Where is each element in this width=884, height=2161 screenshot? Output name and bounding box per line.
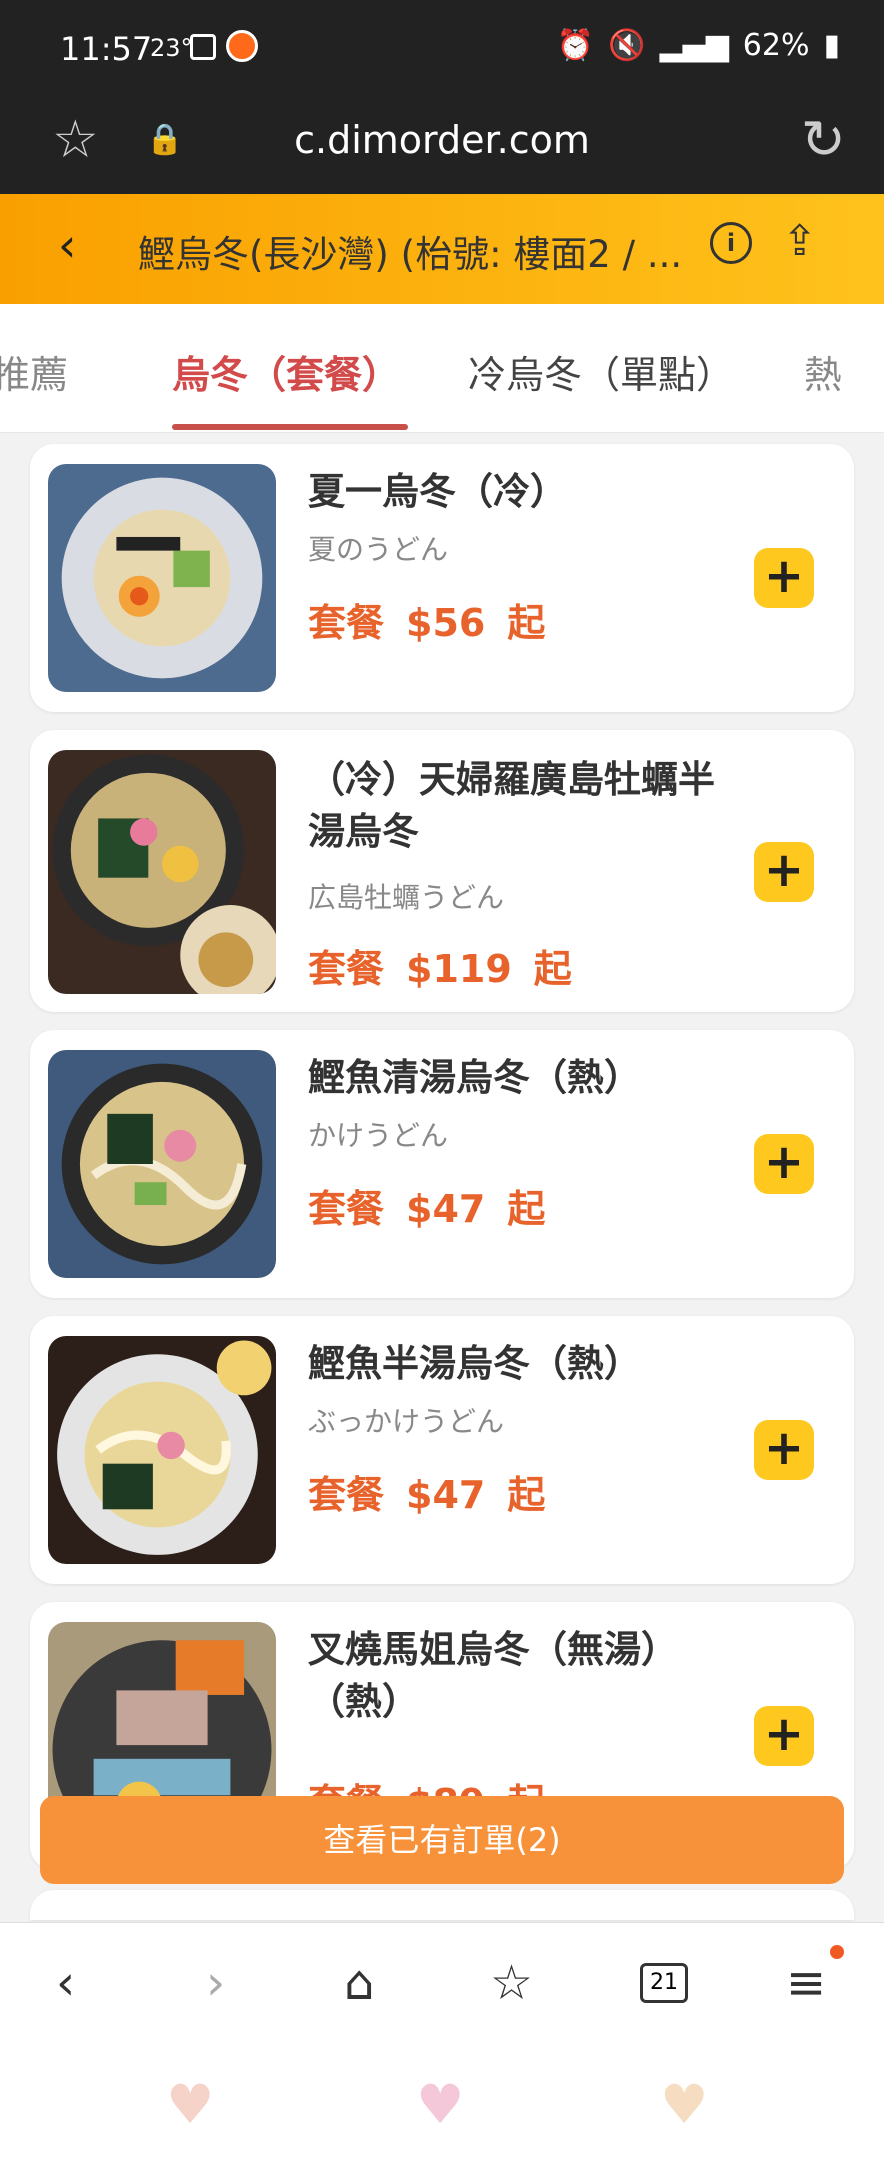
view-orders-button[interactable]: 查看已有訂單(2) <box>40 1796 844 1884</box>
price-prefix: 套餐 <box>308 1187 385 1231</box>
temperature: 23° <box>150 34 193 62</box>
battery-level: 62% <box>742 28 810 63</box>
item-price: 套餐 $56 起 <box>308 592 567 647</box>
menu-item-card[interactable]: 鰹魚清湯烏冬（熱） かけうどん 套餐 $47 起 + <box>30 1030 854 1298</box>
item-subtitle: 広島牡蠣うどん <box>308 881 505 914</box>
price-value: $47 <box>406 1473 486 1517</box>
app-notification-icon <box>226 30 258 62</box>
back-icon[interactable]: ‹ <box>58 218 76 272</box>
reload-icon[interactable]: ↻ <box>801 108 846 171</box>
back-arrow-icon[interactable]: ‹ <box>56 1955 75 2011</box>
signal-icon: ▂▄▆ <box>659 28 729 63</box>
item-price: 套餐 $47 起 <box>308 1178 567 1233</box>
food-photo <box>48 464 276 692</box>
home-icon[interactable]: ⌂ <box>344 1955 374 2011</box>
menu-item-card[interactable]: 鰹魚半湯烏冬（熱） ぶっかけうどん 套餐 $47 起 + <box>30 1316 854 1584</box>
add-item-button[interactable]: + <box>754 842 814 902</box>
gallery-icon <box>190 34 216 60</box>
tab-udon-set[interactable]: 烏冬（套餐） <box>172 344 400 399</box>
url-text[interactable]: c.dimorder.com <box>0 118 884 162</box>
mute-icon: 🔇 <box>608 28 646 63</box>
menu-item-card[interactable]: （冷）天婦羅廣島牡蠣半湯烏冬 広島牡蠣うどん 套餐 $119 起 + <box>30 730 854 1012</box>
price-suffix: 起 <box>507 1187 546 1231</box>
info-icon[interactable]: i <box>710 222 752 264</box>
heart-icon: ♥ <box>660 2073 709 2136</box>
food-photo <box>48 1050 276 1278</box>
price-prefix: 套餐 <box>308 601 385 645</box>
item-subtitle: ぶっかけうどん <box>308 1405 505 1438</box>
menu-icon[interactable]: ≡ <box>786 1955 826 2011</box>
shop-title: 鰹烏冬(長沙灣) (枱號: 樓面2 / ... <box>138 233 683 276</box>
price-prefix: 套餐 <box>308 947 385 991</box>
browser-bottom-nav: ‹ › ⌂ ☆ 21 ≡ ♥ ♥ ♥ <box>0 1922 884 2161</box>
item-name: 鰹魚半湯烏冬（熱） <box>308 1342 641 1385</box>
price-value: $119 <box>406 947 512 991</box>
share-icon[interactable]: ⇪ <box>782 216 817 265</box>
item-name: 叉燒馬姐烏冬（無湯）（熱） <box>308 1628 678 1723</box>
price-suffix: 起 <box>507 601 546 645</box>
add-item-button[interactable]: + <box>754 1134 814 1194</box>
forward-arrow-icon[interactable]: › <box>206 1955 225 2011</box>
shop-header: ‹ 鰹烏冬(長沙灣) (枱號: 樓面2 / ... i ⇪ <box>0 194 884 304</box>
notification-dot <box>830 1945 844 1959</box>
price-value: $56 <box>406 601 486 645</box>
system-icons: ⏰ 🔇 ▂▄▆ 62% ▮ <box>557 28 840 63</box>
status-bar: 11:57 23° ⏰ 🔇 ▂▄▆ 62% ▮ <box>0 0 884 96</box>
tab-recommended[interactable]: 推薦 <box>0 344 68 399</box>
heart-icon: ♥ <box>166 2073 215 2136</box>
price-value: $47 <box>406 1187 486 1231</box>
item-name: 鰹魚清湯烏冬（熱） <box>308 1056 641 1099</box>
menu-item-card[interactable] <box>30 1890 854 1920</box>
tab-cold-udon-single[interactable]: 冷烏冬（單點） <box>468 344 734 399</box>
bookmarks-icon[interactable]: ☆ <box>490 1955 533 2011</box>
item-name: （冷）天婦羅廣島牡蠣半湯烏冬 <box>308 758 715 853</box>
alarm-icon: ⏰ <box>556 28 595 63</box>
heart-icon: ♥ <box>416 2073 465 2136</box>
item-name: 夏一烏冬（冷） <box>308 470 567 513</box>
add-item-button[interactable]: + <box>754 548 814 608</box>
price-suffix: 起 <box>507 1473 546 1517</box>
item-subtitle: 夏のうどん <box>308 533 449 566</box>
price-prefix: 套餐 <box>308 1473 385 1517</box>
item-price: 套餐 $47 起 <box>308 1464 567 1519</box>
active-tab-indicator <box>172 424 408 430</box>
add-item-button[interactable]: + <box>754 1706 814 1766</box>
food-photo <box>48 1336 276 1564</box>
category-tabs: 推薦 烏冬（套餐） 冷烏冬（單點） 熱 <box>0 304 884 433</box>
tabs-count-icon[interactable]: 21 <box>640 1963 688 2003</box>
item-price: 套餐 $119 起 <box>308 938 594 993</box>
price-suffix: 起 <box>533 947 572 991</box>
add-item-button[interactable]: + <box>754 1420 814 1480</box>
browser-url-bar: ☆ 🔒 c.dimorder.com ↻ <box>0 96 884 194</box>
item-subtitle: かけうどん <box>308 1119 449 1152</box>
menu-item-card[interactable]: 夏一烏冬（冷） 夏のうどん 套餐 $56 起 + <box>30 444 854 712</box>
clock: 11:57 <box>60 30 153 68</box>
food-photo <box>48 750 276 994</box>
tab-hot[interactable]: 熱 <box>804 344 842 399</box>
battery-icon: ▮ <box>823 28 840 63</box>
